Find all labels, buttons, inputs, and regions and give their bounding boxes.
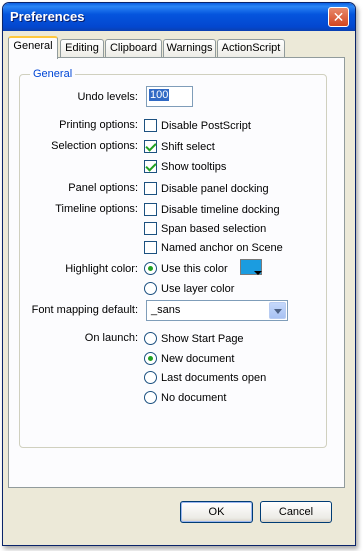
disable-postscript-checkbox[interactable]: Disable PostScript [144,119,251,132]
checkbox-box [144,140,157,153]
chevron-down-icon[interactable] [269,302,286,319]
tab-actionscript[interactable]: ActionScript [217,39,285,58]
named-anchor-label: Named anchor on Scene [161,241,283,254]
panel-options-label: Panel options: [68,182,138,194]
disable-timeline-docking-label: Disable timeline docking [161,203,280,216]
radio-circle [144,352,157,365]
close-button[interactable]: ✕ [328,7,349,27]
on-launch-label: On launch: [84,332,138,344]
radio-circle [144,282,157,295]
selection-options-label: Selection options: [51,140,138,152]
groupbox-title: General [30,68,76,80]
show-tooltips-checkbox[interactable]: Show tooltips [144,160,226,173]
tab-editing[interactable]: Editing [60,39,104,58]
disable-panel-docking-label: Disable panel docking [161,182,269,195]
use-this-color-radio[interactable]: Use this color [144,262,228,275]
ok-button[interactable]: OK [180,501,253,523]
named-anchor-checkbox[interactable]: Named anchor on Scene [144,241,283,254]
checkbox-box [144,182,157,195]
font-mapping-value: _sans [151,304,181,316]
radio-circle [144,391,157,404]
checkbox-box [144,222,157,235]
undo-levels-input[interactable]: 100 [146,86,193,107]
show-start-page-radio[interactable]: Show Start Page [144,332,244,345]
radio-circle [144,262,157,275]
undo-levels-value: 100 [149,89,170,101]
disable-timeline-docking-checkbox[interactable]: Disable timeline docking [144,203,280,216]
new-document-radio[interactable]: New document [144,352,234,365]
highlight-color-label: Highlight color: [65,263,138,275]
use-layer-color-label: Use layer color [161,282,235,295]
last-documents-open-radio[interactable]: Last documents open [144,371,266,384]
use-this-color-label: Use this color [161,262,228,275]
close-icon: ✕ [332,9,345,25]
no-document-label: No document [161,391,227,404]
highlight-color-swatch[interactable] [240,259,262,275]
radio-circle [144,332,157,345]
new-document-label: New document [161,352,235,365]
shift-select-checkbox[interactable]: Shift select [144,140,215,153]
undo-levels-label: Undo levels: [77,91,138,103]
disable-postscript-label: Disable PostScript [161,119,251,132]
shift-select-label: Shift select [161,140,215,153]
show-tooltips-label: Show tooltips [161,160,227,173]
last-documents-open-label: Last documents open [161,371,267,384]
printing-options-label: Printing options: [59,119,138,131]
tab-clipboard[interactable]: Clipboard [105,39,162,58]
title-bar[interactable]: Preferences ✕ [3,3,355,31]
checkbox-box [144,160,157,173]
tab-warnings[interactable]: Warnings [163,39,216,58]
use-layer-color-radio[interactable]: Use layer color [144,282,234,295]
no-document-radio[interactable]: No document [144,391,226,404]
timeline-options-label: Timeline options: [55,203,138,215]
checkbox-box [144,203,157,216]
font-mapping-select[interactable]: _sans [146,300,288,321]
cancel-button[interactable]: Cancel [260,501,332,523]
tab-general[interactable]: General [8,36,58,59]
disable-panel-docking-checkbox[interactable]: Disable panel docking [144,182,269,195]
font-mapping-label: Font mapping default: [31,304,138,316]
span-based-selection-checkbox[interactable]: Span based selection [144,222,266,235]
checkbox-box [144,241,157,254]
window-title: Preferences [10,9,85,24]
radio-circle [144,371,157,384]
checkbox-box [144,119,157,132]
span-based-selection-label: Span based selection [161,222,267,235]
show-start-page-label: Show Start Page [161,332,244,345]
